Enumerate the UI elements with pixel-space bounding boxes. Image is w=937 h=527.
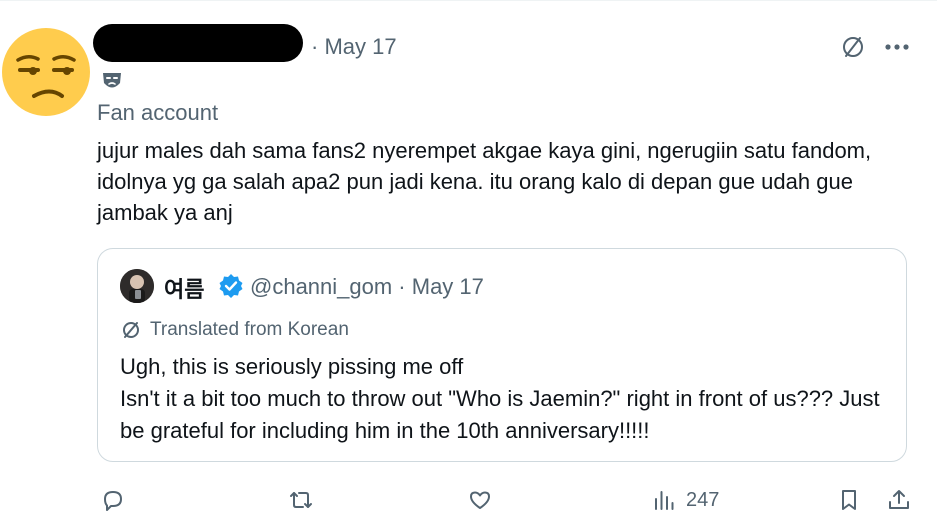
more-icon[interactable] bbox=[882, 38, 912, 56]
reply-button[interactable] bbox=[100, 484, 126, 516]
quote-text-line-1: Ugh, this is seriously pissing me off bbox=[120, 354, 464, 379]
action-bar: 247 bbox=[0, 480, 937, 520]
views-icon bbox=[655, 491, 674, 510]
bookmark-button[interactable] bbox=[836, 484, 862, 516]
retweet-button[interactable] bbox=[288, 484, 314, 516]
fan-account-label: Fan account bbox=[97, 100, 219, 125]
redacted-author-name bbox=[93, 24, 303, 62]
quote-author-name[interactable]: 여름 bbox=[164, 272, 204, 304]
views-count: 247 bbox=[686, 488, 720, 511]
mask-icon bbox=[103, 73, 121, 88]
retweet-icon bbox=[290, 492, 312, 508]
no-translate-icon[interactable] bbox=[838, 32, 868, 62]
avatar[interactable] bbox=[0, 26, 92, 118]
share-icon bbox=[889, 490, 909, 509]
quote-avatar[interactable] bbox=[120, 269, 154, 303]
bookmark-icon bbox=[842, 490, 856, 510]
tweet-date[interactable]: · May 17 bbox=[311, 34, 397, 60]
translate-icon bbox=[123, 322, 139, 338]
share-button[interactable] bbox=[886, 484, 912, 516]
views-button[interactable]: 247 bbox=[652, 484, 719, 516]
top-divider bbox=[0, 0, 937, 1]
reply-icon bbox=[104, 491, 122, 511]
tweet-text: jujur males dah sama fans2 nyerempet akg… bbox=[97, 138, 872, 225]
quote-text: Ugh, this is seriously pissing me off Is… bbox=[120, 351, 890, 447]
quote-handle-date[interactable]: @channi_gom · May 17 bbox=[250, 274, 484, 300]
like-icon bbox=[470, 491, 490, 509]
quoted-tweet[interactable]: 여름 @channi_gom · May 17 Translated from … bbox=[97, 248, 907, 462]
translated-from-label: Translated from Korean bbox=[150, 319, 349, 340]
quote-text-line-2: Isn't it a bit too much to throw out "Wh… bbox=[120, 386, 880, 443]
verified-icon bbox=[219, 274, 243, 298]
like-button[interactable] bbox=[467, 484, 493, 516]
